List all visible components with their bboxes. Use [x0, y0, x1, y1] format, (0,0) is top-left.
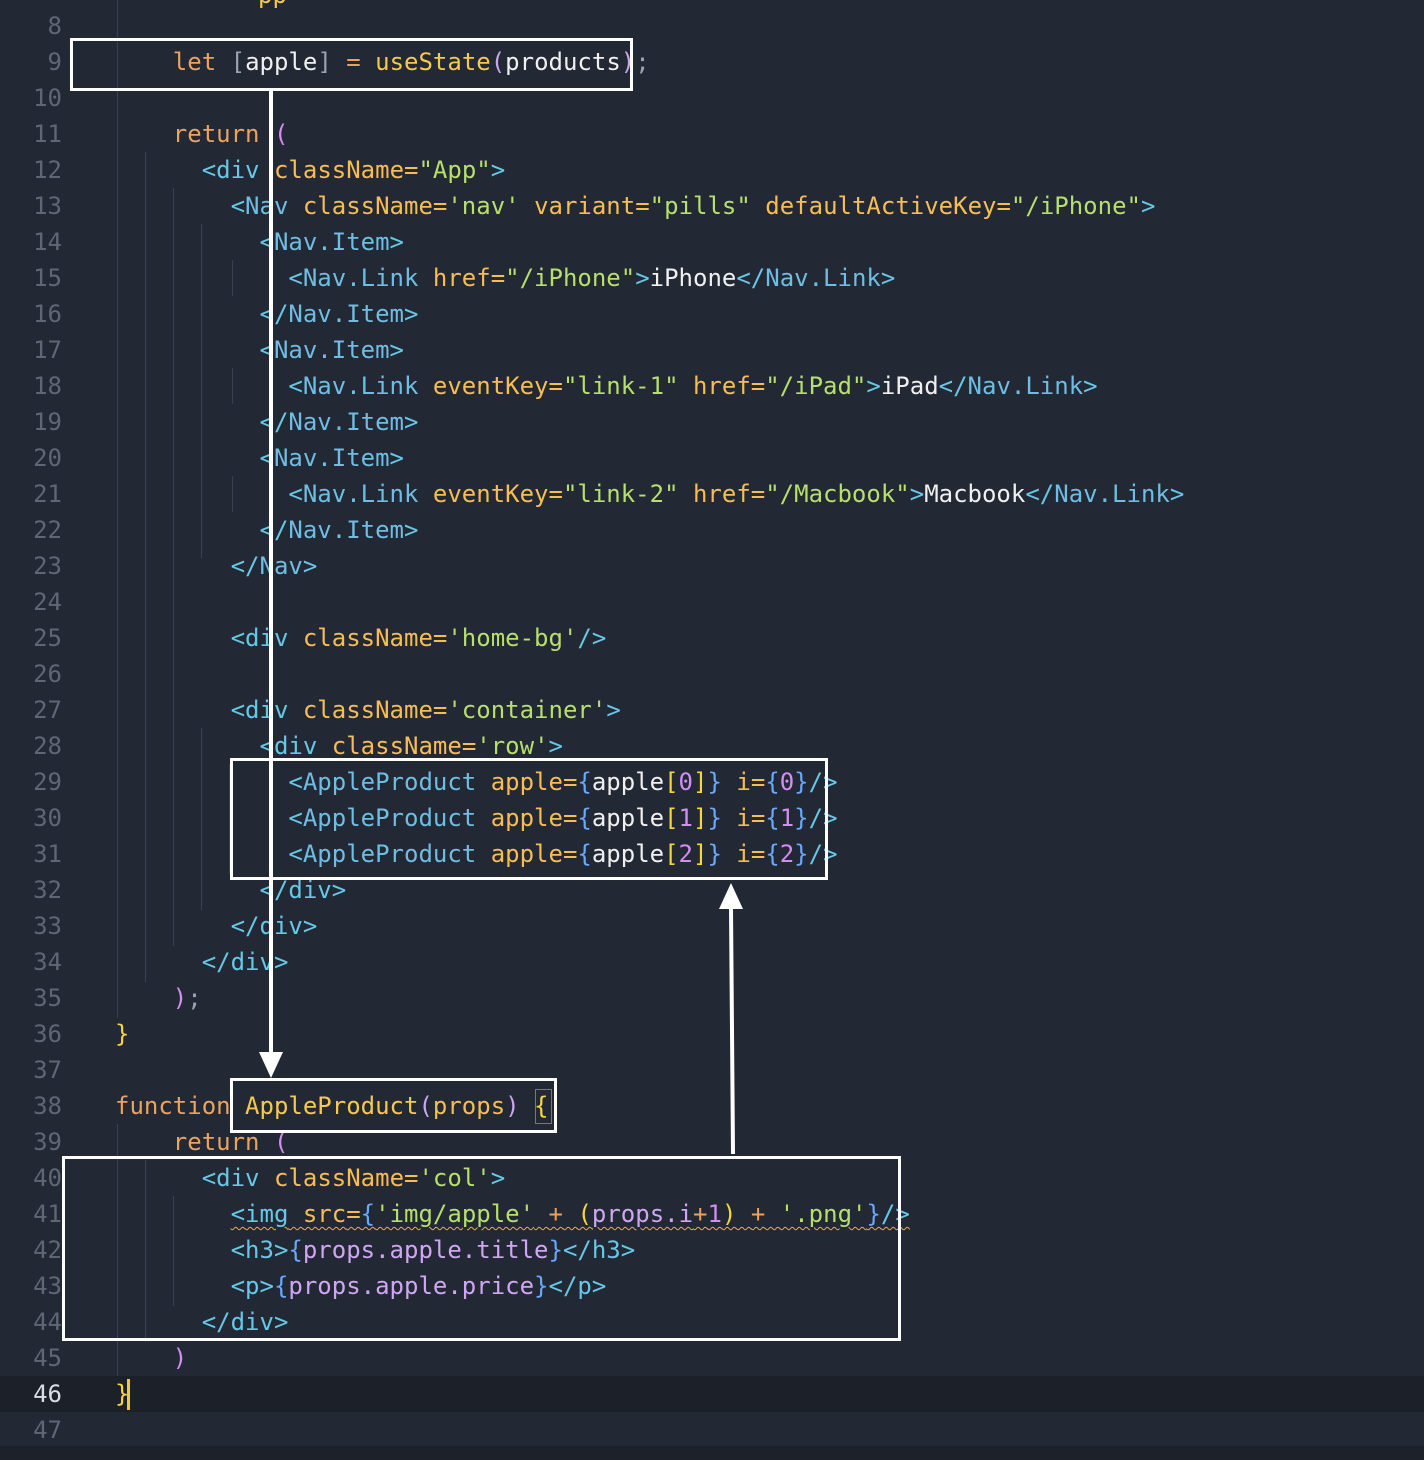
arrow-up-icon	[719, 883, 743, 1155]
annotation-arrows	[259, 88, 743, 1155]
code-editor[interactable]: 8 pp 9 let [apple] = useState(products);…	[0, 0, 1424, 1460]
arrow-down-icon	[259, 88, 283, 1078]
